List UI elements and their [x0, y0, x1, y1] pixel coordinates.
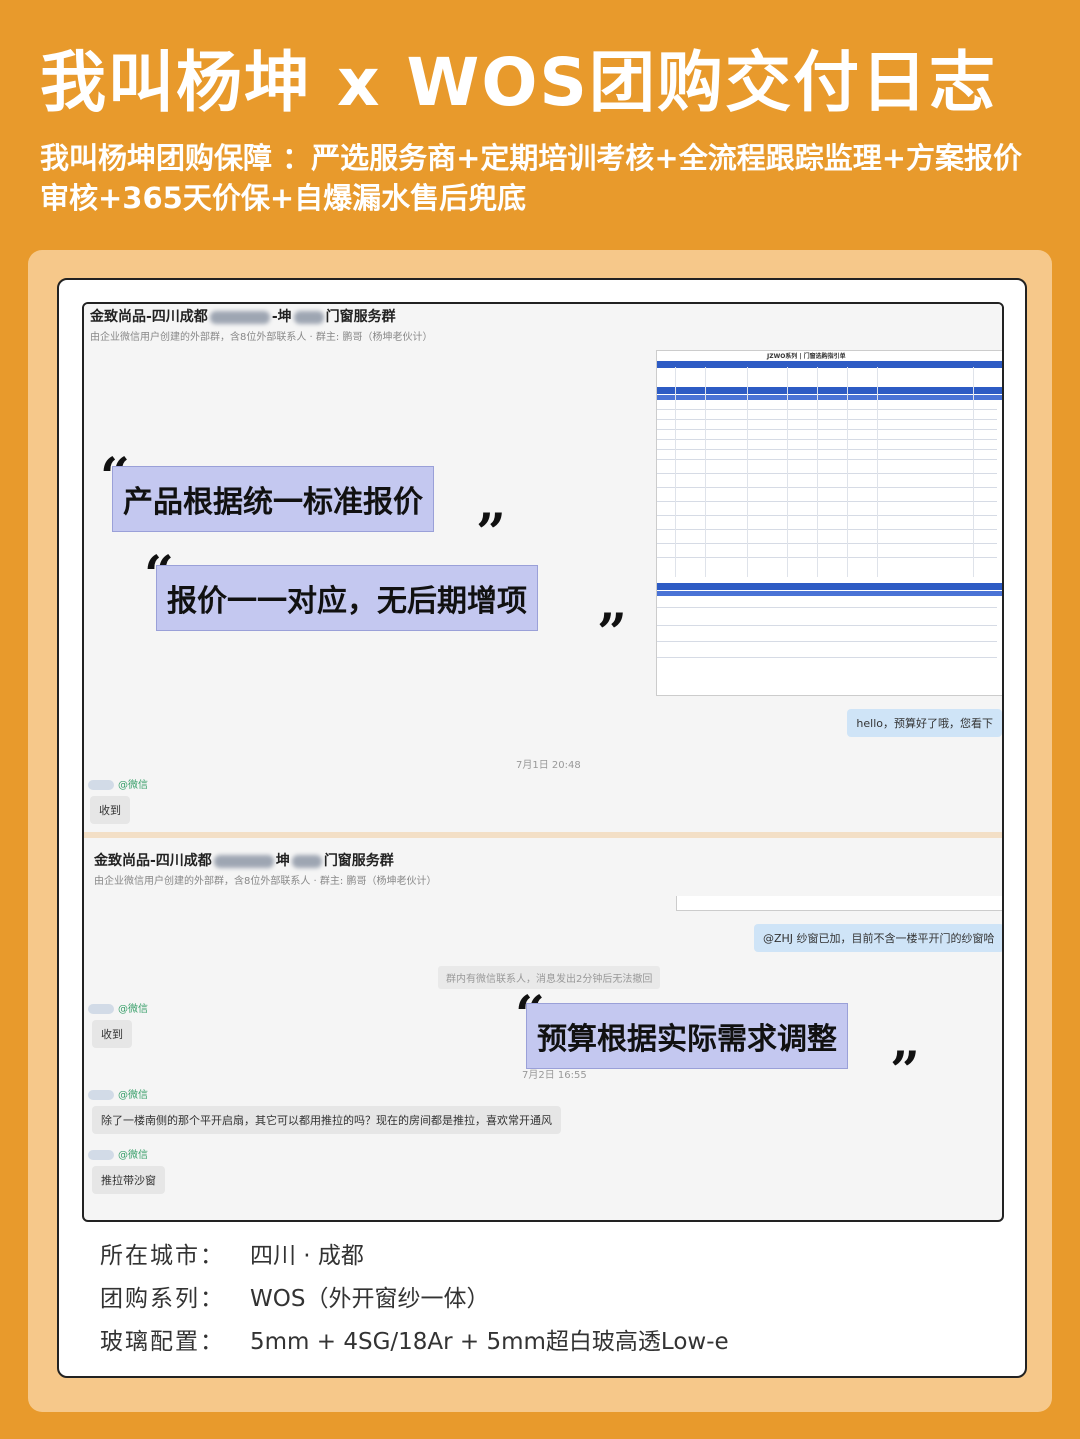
- group-name-part: 坤: [275, 853, 290, 869]
- sender-name: @微信: [88, 776, 148, 791]
- sender-label: @微信: [118, 1004, 148, 1015]
- sheet-row: [657, 625, 997, 626]
- group-name-part: 门窗服务群: [325, 309, 396, 325]
- quoted-message: [676, 896, 1002, 911]
- sheet-row: [657, 429, 997, 430]
- info-key: 所在城市：: [100, 1243, 225, 1269]
- timestamp: 7月1日 20:48: [516, 760, 581, 771]
- sheet-row: [657, 529, 997, 530]
- chat-message-incoming[interactable]: 收到: [92, 1020, 132, 1048]
- sheet-bar: [657, 395, 1002, 400]
- sheet-col: [877, 367, 878, 577]
- info-key: 团购系列：: [100, 1286, 225, 1312]
- info-value: 四川 · 成都: [250, 1243, 364, 1269]
- blurred-text: [209, 310, 270, 324]
- avatar: [88, 1090, 114, 1100]
- divider: [84, 832, 1002, 838]
- blurred-text: [213, 854, 274, 868]
- chat-message-incoming[interactable]: 推拉带沙窗: [92, 1166, 165, 1194]
- chat-header: 金致尚品-四川成都 坤 门窗服务群 由企业微信用户创建的外部群，含8位外部联系人 ·…: [84, 848, 1002, 894]
- sheet-row: [657, 459, 997, 460]
- page-title: 我叫杨坤 x WOS团购交付日志: [40, 44, 997, 121]
- close-quote-icon: ”: [890, 1041, 920, 1102]
- avatar: [88, 1004, 114, 1014]
- sheet-row: [657, 439, 997, 440]
- sheet-row: [657, 409, 997, 410]
- info-key: 玻璃配置：: [100, 1329, 225, 1355]
- sheet-col: [817, 367, 818, 577]
- sheet-col: [747, 367, 748, 577]
- sheet-row: [657, 543, 997, 544]
- info-glass: 玻璃配置： 5mm + 4SG/18Ar + 5mm超白玻高透Low-e: [100, 1322, 729, 1356]
- blurred-text: [291, 854, 322, 868]
- info-city: 所在城市： 四川 · 成都: [100, 1236, 364, 1270]
- chat-message-outgoing[interactable]: @ZHJ 纱窗已加，目前不含一楼平开门的纱窗哈: [754, 924, 1002, 952]
- sheet-bar: [657, 387, 1002, 394]
- info-series: 团购系列： WOS（外开窗纱一体）: [100, 1279, 489, 1313]
- sheet-row: [657, 473, 997, 474]
- sheet-row: [657, 449, 997, 450]
- system-notice: 群内有微信联系人，消息发出2分钟后无法撤回: [438, 966, 661, 989]
- avatar: [88, 780, 114, 790]
- group-meta: 由企业微信用户创建的外部群，含8位外部联系人 · 群主: 鹏哥（杨坤老伙计）: [94, 876, 437, 887]
- sheet-row: [657, 557, 997, 558]
- sheet-row: [657, 501, 997, 502]
- sheet-col: [675, 367, 676, 577]
- sender-name: @微信: [88, 1000, 148, 1015]
- sheet-bar: [657, 591, 1002, 596]
- sheet-bar: [657, 583, 1002, 590]
- sheet-col: [787, 367, 788, 577]
- chat-screenshot: 金致尚品-四川成都 -坤 门窗服务群 由企业微信用户创建的外部群，含8位外部联系人 …: [82, 302, 1004, 1222]
- sheet-col: [973, 367, 974, 577]
- group-name-part: 门窗服务群: [323, 853, 394, 869]
- sheet-bar: [657, 361, 1002, 368]
- sender-label: @微信: [118, 1150, 148, 1161]
- sheet-row: [657, 487, 997, 488]
- sender-label: @微信: [118, 1090, 148, 1101]
- close-quote-icon: ”: [597, 603, 627, 664]
- chat-message-outgoing[interactable]: hello，预算好了哦，您看下: [847, 709, 1002, 737]
- group-name: 金致尚品-四川成都 -坤 门窗服务群: [90, 306, 396, 326]
- sender-name: @微信: [88, 1086, 148, 1101]
- avatar: [88, 1150, 114, 1160]
- sheet-row: [657, 419, 997, 420]
- sheet-row: [657, 515, 997, 516]
- sheet-row: [657, 641, 997, 642]
- sheet-row: [657, 607, 997, 608]
- blurred-text: [293, 310, 324, 324]
- sheet-title: JZWO系列 | 门窗选购指引单: [767, 353, 846, 360]
- page-subtitle: 我叫杨坤团购保障 ：严选服务商+定期培训考核+全流程跟踪监理+方案报价审核+36…: [40, 141, 1022, 215]
- chat-header: 金致尚品-四川成都 -坤 门窗服务群 由企业微信用户创建的外部群，含8位外部联系人 …: [84, 304, 1002, 350]
- sender-label: @微信: [118, 780, 148, 791]
- info-value: WOS（外开窗纱一体）: [250, 1286, 490, 1312]
- group-name-part: -坤: [271, 309, 292, 325]
- highlight-quote: 产品根据统一标准报价: [112, 466, 434, 532]
- chat-message-incoming[interactable]: 除了一楼南侧的那个平开启扇，其它可以都用推拉的吗？现在的房间都是推拉，喜欢常开通…: [92, 1106, 561, 1134]
- quote-sheet-image[interactable]: JZWO系列 | 门窗选购指引单: [656, 350, 1002, 696]
- close-quote-icon: ”: [476, 503, 506, 564]
- group-name-part: 金致尚品-四川成都: [90, 309, 208, 325]
- highlight-quote: 报价一一对应，无后期增项: [156, 565, 538, 631]
- group-name: 金致尚品-四川成都 坤 门窗服务群: [94, 850, 394, 870]
- sheet-col: [705, 367, 706, 577]
- info-value: 5mm + 4SG/18Ar + 5mm超白玻高透Low-e: [250, 1329, 729, 1355]
- highlight-quote: 预算根据实际需求调整: [526, 1003, 848, 1069]
- group-name-part: 金致尚品-四川成都: [94, 853, 212, 869]
- sheet-row: [657, 657, 997, 658]
- group-meta: 由企业微信用户创建的外部群，含8位外部联系人 · 群主: 鹏哥（杨坤老伙计）: [90, 332, 433, 343]
- chat-message-incoming[interactable]: 收到: [90, 796, 130, 824]
- sheet-col: [847, 367, 848, 577]
- sender-name: @微信: [88, 1146, 148, 1161]
